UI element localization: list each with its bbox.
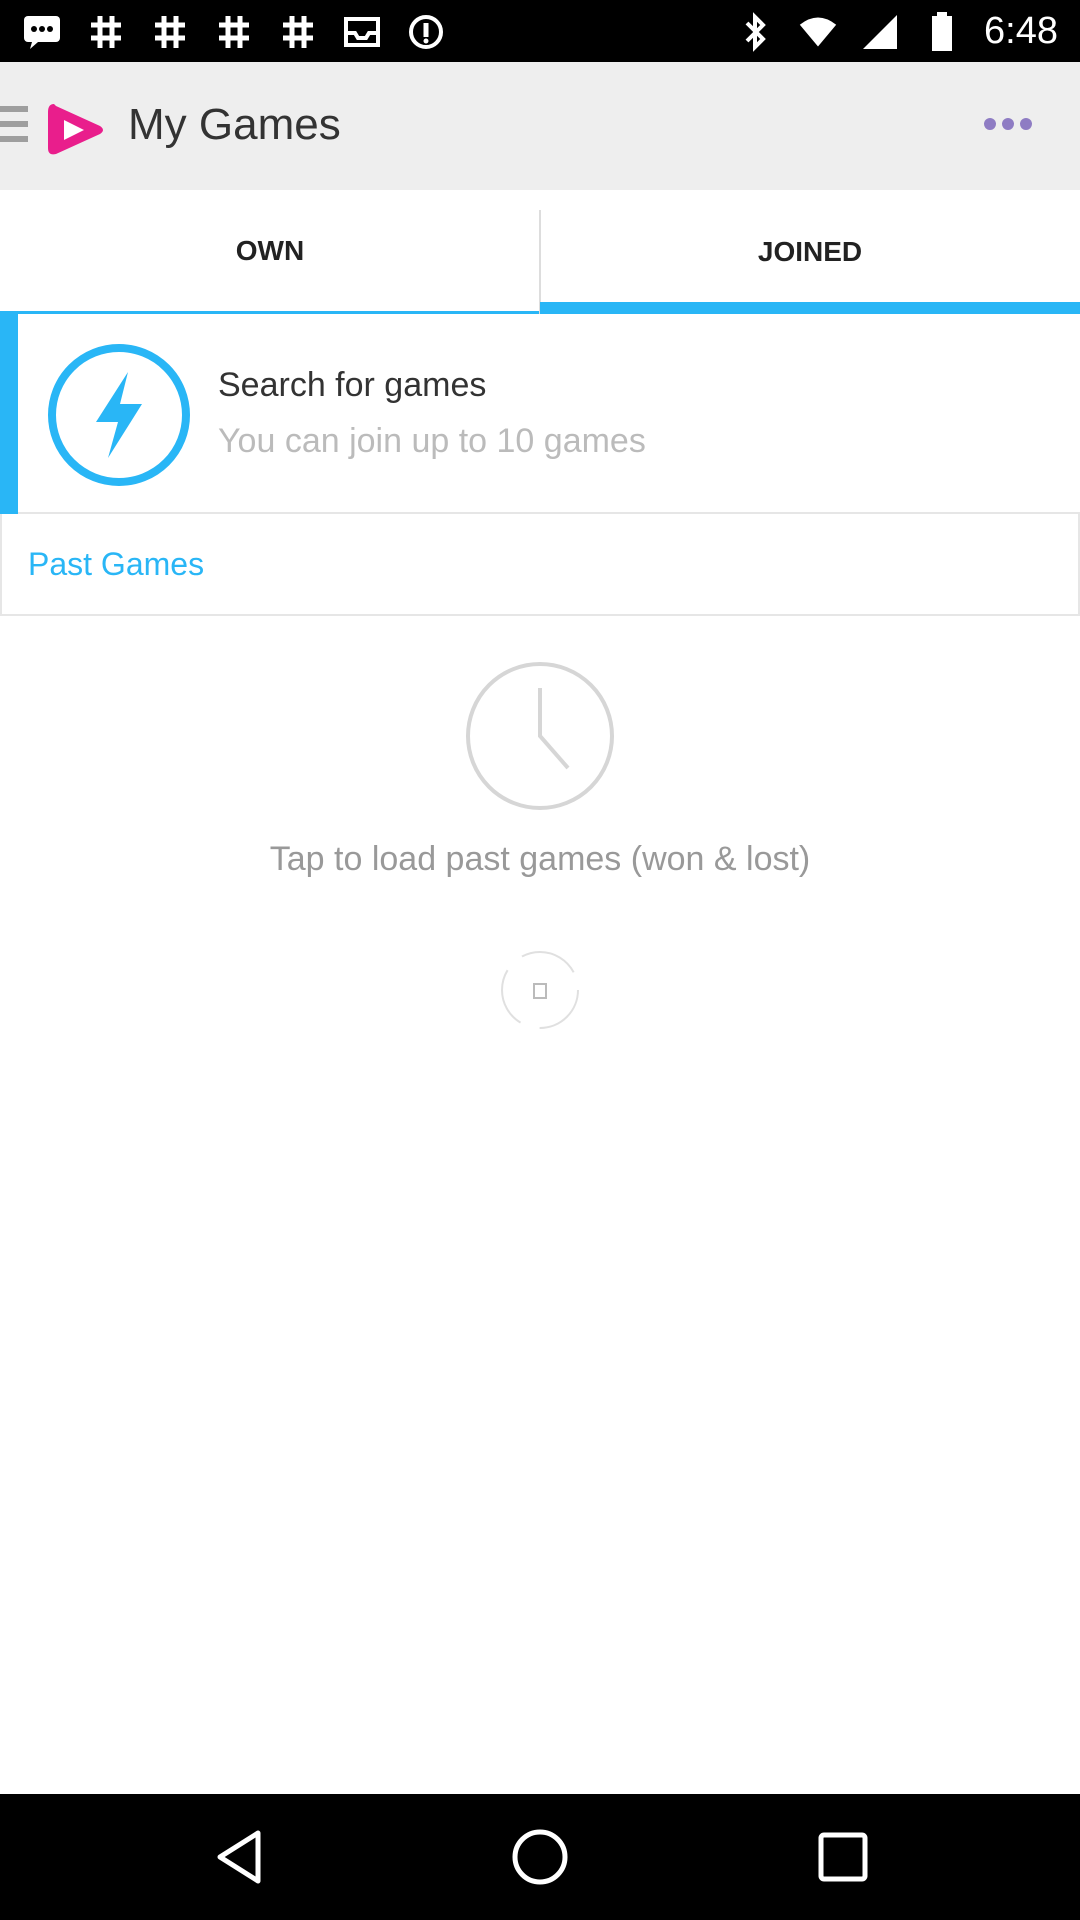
hashtag-icon	[150, 12, 190, 52]
system-icons: 6:48	[736, 10, 1058, 53]
tab-bar: OWN JOINED	[0, 190, 1080, 314]
clock-icon[interactable]	[464, 660, 616, 812]
search-card-title: Search for games	[218, 366, 487, 404]
hashtag-icon	[86, 12, 126, 52]
wifi-icon	[798, 12, 838, 52]
load-past-games-text[interactable]: Tap to load past games (won & lost)	[0, 840, 1080, 879]
tab-joined[interactable]: JOINED	[540, 190, 1080, 314]
hashtag-icon	[278, 12, 318, 52]
battery-icon	[922, 11, 962, 52]
navigation-bar	[0, 1794, 1080, 1920]
past-games-header: Past Games	[0, 514, 1080, 616]
tab-own[interactable]: OWN	[0, 190, 540, 314]
menu-icon[interactable]	[0, 106, 28, 146]
more-dots-icon[interactable]	[984, 118, 1032, 132]
page-title: My Games	[128, 100, 341, 149]
chat-icon	[22, 12, 62, 52]
back-icon[interactable]	[206, 1824, 272, 1890]
bluetooth-icon	[736, 11, 776, 52]
inbox-icon	[342, 12, 382, 52]
notification-icons	[22, 12, 446, 52]
loading-spinner-icon	[500, 950, 580, 1030]
tab-selected-indicator	[540, 302, 1080, 314]
past-games-title: Past Games	[28, 546, 205, 582]
card-accent-bar	[0, 314, 18, 514]
status-bar: 6:48	[0, 0, 1080, 62]
hashtag-icon	[214, 12, 254, 52]
lightning-icon	[46, 342, 192, 488]
app-bar: My Games	[0, 62, 1080, 190]
play-heart-logo-icon	[44, 98, 108, 162]
search-card-subtitle: You can join up to 10 games	[218, 422, 646, 460]
recent-apps-icon[interactable]	[810, 1824, 876, 1890]
signal-icon	[860, 12, 900, 52]
search-games-card[interactable]: Search for games You can join up to 10 g…	[0, 314, 1080, 514]
status-time: 6:48	[984, 10, 1058, 52]
tab-joined-label: JOINED	[757, 236, 863, 267]
home-icon[interactable]	[507, 1824, 573, 1890]
tab-own-label: OWN	[235, 234, 305, 266]
info-icon	[406, 12, 446, 52]
